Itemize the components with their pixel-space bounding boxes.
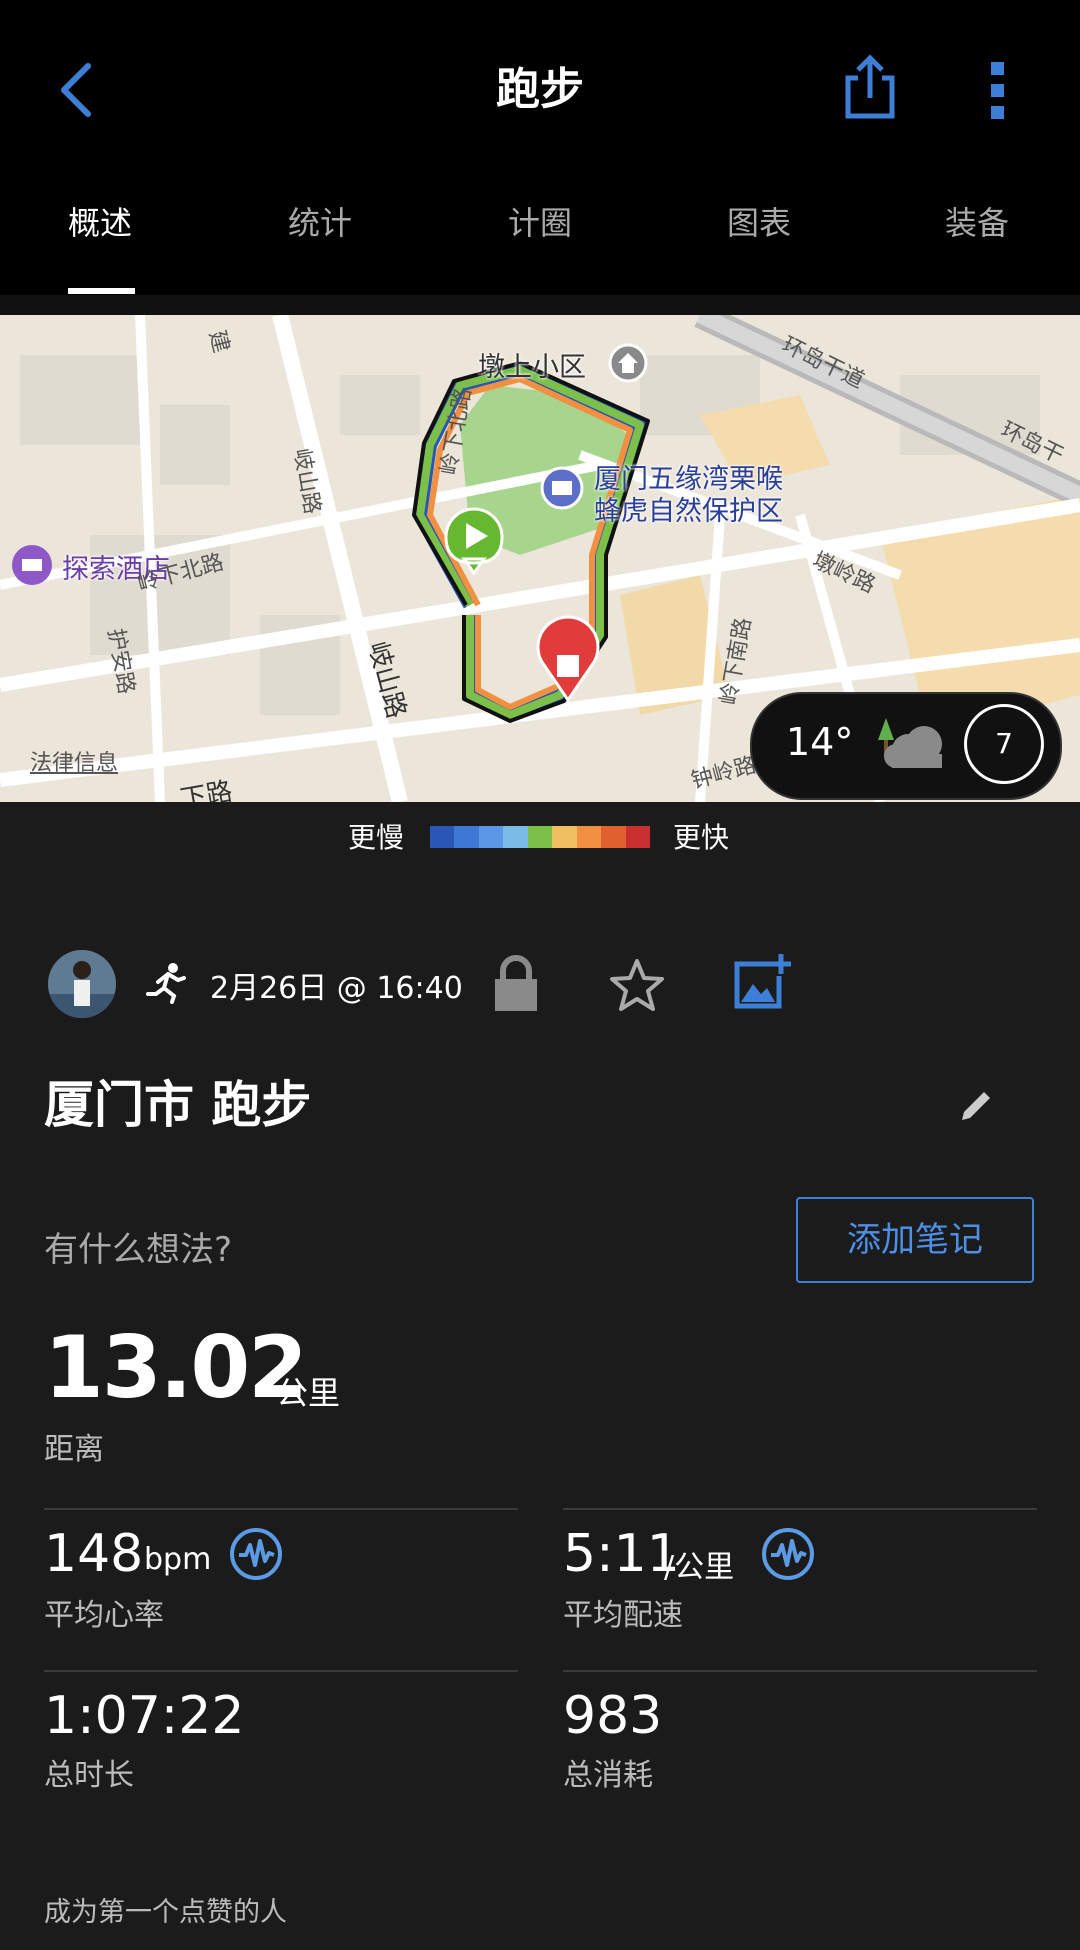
- running-icon: [146, 963, 186, 1004]
- weather-temperature: 14°: [786, 720, 854, 764]
- add-photo-icon[interactable]: [733, 952, 791, 1010]
- heart-rate-chart-icon[interactable]: [229, 1527, 283, 1581]
- cloud-icon: [878, 718, 942, 768]
- weather-widget[interactable]: 14° 7: [750, 692, 1062, 800]
- divider: [563, 1508, 1037, 1510]
- pace-color-swatch: [601, 826, 626, 848]
- pace-color-swatch: [527, 826, 553, 848]
- divider: [44, 1670, 518, 1672]
- activity-title: 厦门市 跑步: [44, 1076, 312, 1134]
- tab-laps[interactable]: 计圈: [508, 195, 572, 251]
- calories-value: 983: [563, 1686, 663, 1746]
- star-icon[interactable]: [609, 958, 665, 1012]
- tab-stats[interactable]: 统计: [288, 195, 352, 251]
- tab-gear[interactable]: 装备: [945, 195, 1009, 251]
- duration-label: 总时长: [44, 1758, 134, 1793]
- divider: [563, 1670, 1037, 1672]
- poi-label: 蜂虎自然保护区: [594, 496, 783, 527]
- pace-value: 5:11: [563, 1524, 680, 1584]
- notes-prompt: 有什么想法?: [44, 1230, 233, 1270]
- pace-color-bar: [430, 826, 650, 848]
- activity-datetime: 2月26日 @ 16:40: [210, 971, 463, 1006]
- avatar[interactable]: [48, 950, 116, 1018]
- add-note-button[interactable]: 添加笔记: [796, 1197, 1034, 1283]
- pace-color-swatch: [430, 826, 455, 848]
- likes-text[interactable]: 成为第一个点赞的人: [44, 1890, 287, 1929]
- active-tab-indicator: [68, 288, 135, 294]
- pace-chart-icon[interactable]: [761, 1527, 815, 1581]
- legend-slow-label: 更慢: [348, 821, 405, 854]
- more-options-icon[interactable]: [986, 60, 1010, 120]
- calories-label: 总消耗: [563, 1758, 653, 1793]
- pace-label: 平均配速: [563, 1598, 683, 1633]
- distance-value: 13.02: [44, 1318, 308, 1418]
- distance-unit: 公里: [276, 1374, 341, 1412]
- heart-rate-label: 平均心率: [44, 1598, 164, 1633]
- pace-color-swatch: [503, 826, 528, 848]
- pace-color-swatch: [625, 826, 650, 848]
- edit-pencil-icon[interactable]: [960, 1088, 994, 1122]
- legal-info-link[interactable]: 法律信息: [30, 745, 118, 777]
- share-icon[interactable]: [842, 54, 898, 120]
- pace-color-swatch: [478, 826, 504, 848]
- tab-charts[interactable]: 图表: [727, 195, 791, 251]
- pace-unit: /公里: [664, 1550, 735, 1585]
- pace-color-swatch: [454, 826, 479, 848]
- tab-bar: 概述 统计 计圈 图表 装备: [0, 195, 1080, 295]
- lock-icon[interactable]: [493, 955, 539, 1013]
- pace-color-swatch: [552, 826, 577, 848]
- divider: [44, 1508, 518, 1510]
- pace-legend: 更慢 更快: [0, 812, 1080, 862]
- duration-value: 1:07:22: [44, 1686, 245, 1746]
- legend-fast-label: 更快: [673, 821, 730, 854]
- page-title: 跑步: [496, 64, 584, 115]
- pace-color-swatch: [576, 826, 602, 848]
- heart-rate-unit: bpm: [144, 1542, 212, 1577]
- poi-label: 墩上小区: [478, 352, 586, 383]
- wind-speed-indicator: 7: [964, 704, 1044, 784]
- heart-rate-value: 148: [44, 1524, 144, 1584]
- tab-overview[interactable]: 概述: [68, 195, 132, 251]
- distance-label: 距离: [44, 1432, 104, 1467]
